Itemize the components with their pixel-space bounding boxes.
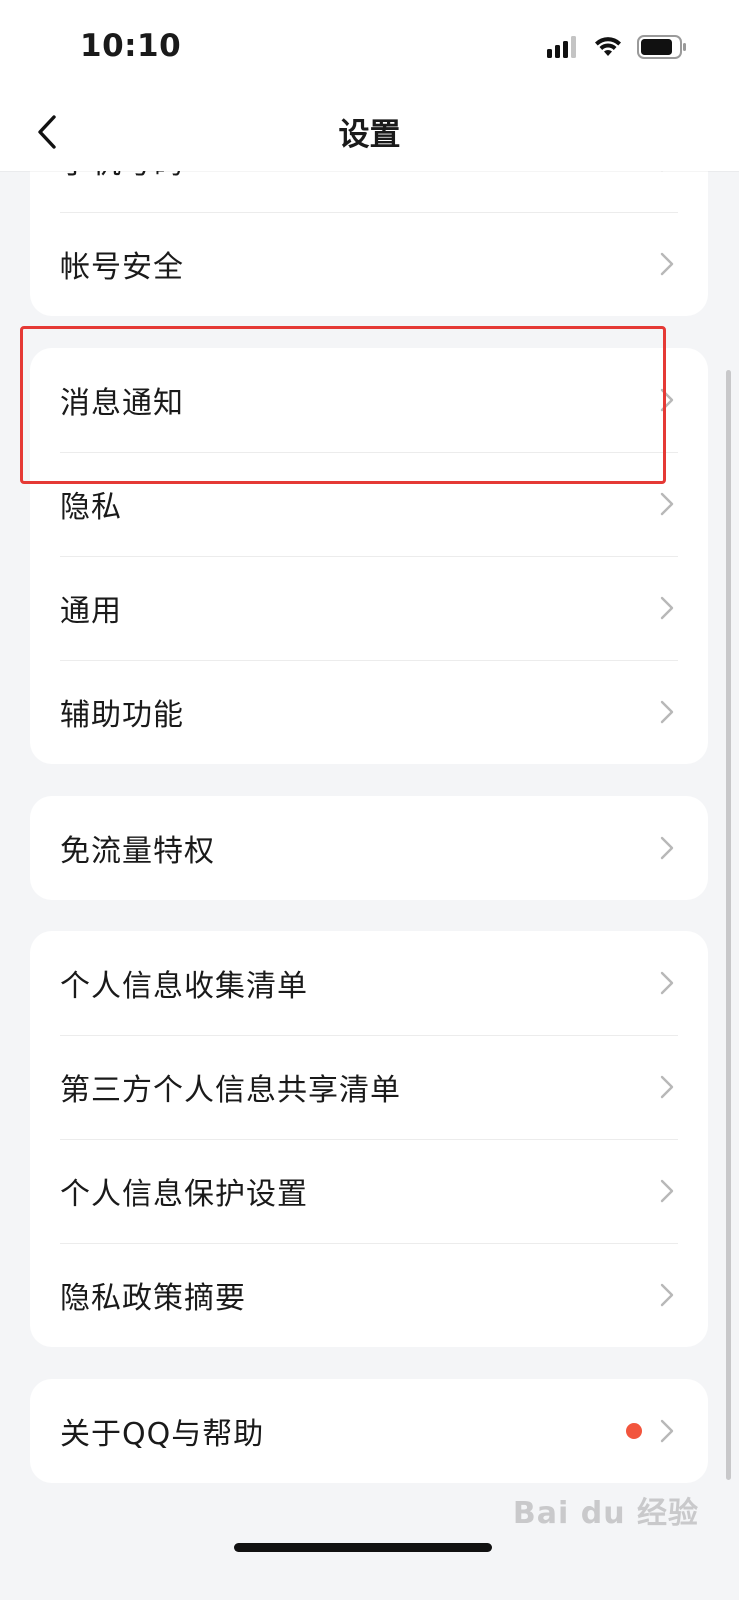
settings-group-about: 关于QQ与帮助 [30, 1379, 708, 1483]
settings-item-personal-info-protection-settings[interactable]: 个人信息保护设置 [30, 1139, 708, 1243]
settings-item-general[interactable]: 通用 [30, 556, 708, 660]
status-time: 10:10 [80, 28, 182, 64]
wifi-icon [593, 36, 623, 62]
watermark-text: Bai du 经验 [512, 1496, 699, 1531]
settings-item-free-data-privilege[interactable]: 免流量特权 [30, 796, 708, 900]
chevron-right-icon [656, 834, 678, 862]
settings-item-label: 个人信息保护设置 [60, 1177, 308, 1212]
settings-item-label: 隐私 [60, 490, 122, 525]
settings-item-label: 个人信息收集清单 [60, 969, 308, 1004]
settings-item-label: 帐号安全 [60, 250, 184, 285]
notification-dot [626, 1423, 642, 1439]
chevron-right-icon [656, 171, 678, 174]
chevron-right-icon [656, 250, 678, 278]
highlight-annotation [20, 326, 666, 484]
chevron-right-icon [656, 594, 678, 622]
settings-item-personal-info-collection-list[interactable]: 个人信息收集清单 [30, 931, 708, 1035]
settings-group-data: 免流量特权 [30, 796, 708, 900]
chevron-right-icon [656, 1281, 678, 1309]
settings-item-label: 免流量特权 [60, 834, 215, 869]
settings-item-label: 第三方个人信息共享清单 [60, 1073, 401, 1108]
chevron-right-icon [656, 698, 678, 726]
settings-item-phone-number[interactable]: 手机号码 [30, 171, 708, 212]
settings-item-account-security[interactable]: 帐号安全 [30, 212, 708, 316]
watermark-logo: Bai du 经验 [513, 1488, 699, 1532]
settings-item-label: 通用 [60, 594, 122, 629]
settings-item-label: 关于QQ与帮助 [60, 1417, 265, 1452]
status-bar: 10:10 [0, 0, 739, 95]
settings-group-personal-info: 个人信息收集清单 第三方个人信息共享清单 个人信息保护设置 隐私政策摘要 [30, 931, 708, 1347]
chevron-right-icon [656, 1177, 678, 1205]
chevron-right-icon [656, 1073, 678, 1101]
settings-item-accessibility[interactable]: 辅助功能 [30, 660, 708, 764]
home-indicator[interactable] [234, 1543, 492, 1552]
settings-item-label: 辅助功能 [60, 698, 184, 733]
scrollbar[interactable] [726, 370, 731, 1480]
settings-item-third-party-info-sharing-list[interactable]: 第三方个人信息共享清单 [30, 1035, 708, 1139]
page-title: 设置 [338, 117, 401, 153]
status-icons [547, 35, 687, 63]
settings-group-account: 手机号码 帐号安全 [30, 171, 708, 316]
chevron-right-icon [656, 1417, 678, 1445]
navigation-bar: 设置 [0, 95, 739, 171]
chevron-right-icon [656, 490, 678, 518]
settings-item-privacy-policy-summary[interactable]: 隐私政策摘要 [30, 1243, 708, 1347]
settings-item-label: 隐私政策摘要 [60, 1281, 246, 1316]
settings-item-about-qq-and-help[interactable]: 关于QQ与帮助 [30, 1379, 708, 1483]
chevron-right-icon [656, 969, 678, 997]
settings-item-label: 手机号码 [60, 171, 656, 182]
cellular-signal-icon [547, 36, 579, 62]
battery-icon [637, 35, 687, 63]
